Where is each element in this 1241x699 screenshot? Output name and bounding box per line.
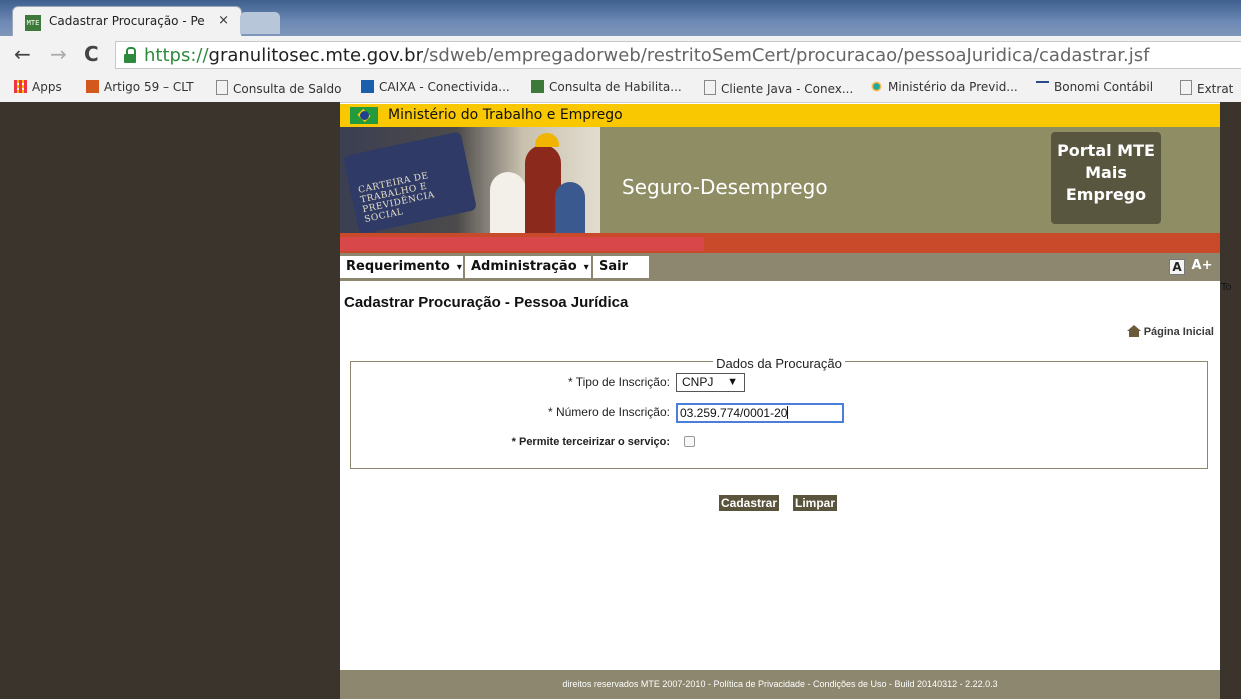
bookmark-cliente-java[interactable]: Cliente Java - Conex... [704,80,853,96]
bookmark-bonomi-contabil[interactable]: Bonomi Contábil [1036,80,1153,94]
tipo-inscricao-label: * Tipo de Inscrição: [567,375,670,389]
page-icon [704,80,716,95]
terceirizar-checkbox[interactable] [684,436,695,447]
numero-inscricao-label: * Número de Inscrição: [547,405,670,419]
bookmark-extrato[interactable]: Extrat [1180,80,1233,96]
tipo-inscricao-select[interactable]: CNPJ ▼ [676,373,745,392]
page-footer: direitos reservados MTE 2007-2010 - Polí… [340,670,1220,699]
menu-requerimento[interactable]: Requerimento ▾ [340,256,463,278]
home-icon [1126,325,1141,337]
bookmark-consulta-saldo[interactable]: Consulta de Saldo [216,80,341,96]
lock-icon [123,47,137,63]
forward-arrow-icon[interactable]: → [50,42,67,66]
menu-sair[interactable]: Sair [593,256,649,278]
caret-down-icon: ▾ [456,262,462,273]
page-icon [1180,80,1192,95]
bookmark-artigo-59[interactable]: Artigo 59 – CLT [86,80,194,94]
browser-tab[interactable]: MTE Cadastrar Procuração - Pe × [12,6,242,36]
dropdown-arrow-icon: ▼ [727,376,738,388]
browser-tabstrip: MTE Cadastrar Procuração - Pe × [0,0,1241,36]
portal-mte-logo[interactable]: Portal MTE Mais Emprego [1051,132,1161,224]
site-banner: CARTEIRA DE TRABALHO E PREVIDÊNCIA SOCIA… [340,127,1220,233]
limpar-button[interactable]: Limpar [793,495,838,511]
font-normal-button[interactable]: A [1169,259,1185,275]
address-bar[interactable]: https://granulitosec.mte.gov.br/sdweb/em… [115,41,1241,69]
caixa-icon [361,80,374,93]
tab-title: Cadastrar Procuração - Pe [49,14,205,28]
procuracao-fieldset: Dados da Procuração * Tipo de Inscrição:… [350,356,1208,469]
banner-stripe [340,233,1220,253]
bookmark-caixa[interactable]: CAIXA - Conectivida... [361,80,510,94]
font-increase-button[interactable]: A+ [1187,259,1217,275]
page-icon [216,80,228,95]
fieldset-legend: Dados da Procuração [713,356,845,371]
banner-workers-photo: CARTEIRA DE TRABALHO E PREVIDÊNCIA SOCIA… [340,127,600,233]
government-bar: Ministério do Trabalho e Emprego [340,104,1220,127]
bookmarks-bar: Apps Artigo 59 – CLT Consulta de Saldo C… [0,74,1241,103]
work-card-image: CARTEIRA DE TRABALHO E PREVIDÊNCIA SOCIA… [342,131,478,233]
caret-down-icon: ▾ [583,262,589,273]
back-arrow-icon[interactable]: ← [14,42,31,66]
page-title: Cadastrar Procuração - Pessoa Jurídica [344,294,629,311]
previdencia-icon [870,80,883,93]
clipped-edge-text: To [1221,282,1232,293]
mte-favicon-icon: MTE [25,15,41,31]
bookmark-apps[interactable]: Apps [14,80,62,94]
url-text: https://granulitosec.mte.gov.br/sdweb/em… [144,45,1150,66]
brazil-flag-icon [350,107,378,124]
bookmark-favicon-icon [86,80,99,93]
browser-toolbar: ← → C https://granulitosec.mte.gov.br/sd… [0,36,1241,75]
mte-icon [531,80,544,93]
bookmark-consulta-habilitacao[interactable]: Consulta de Habilita... [531,80,682,94]
banner-title: Seguro-Desemprego [622,175,828,199]
tab-close-icon[interactable]: × [218,13,229,28]
cadastrar-button[interactable]: Cadastrar [719,495,780,511]
bookmark-ministerio-previdencia[interactable]: Ministério da Previd... [870,80,1018,94]
menu-administracao[interactable]: Administração ▾ [465,256,591,278]
reload-icon[interactable]: C [84,42,99,66]
ministry-name[interactable]: Ministério do Trabalho e Emprego [388,107,623,123]
page-right-background [1220,102,1241,699]
bonomi-icon [1036,81,1049,93]
apps-grid-icon [14,80,27,93]
main-menu: Requerimento ▾ Administração ▾ Sair A A+ [340,253,1220,281]
main-content: Cadastrar Procuração - Pessoa Jurídica P… [340,281,1220,670]
terceirizar-label: * Permite terceirizar o serviço: [511,436,670,448]
page-left-background [0,102,340,699]
new-tab-button[interactable] [240,12,280,34]
numero-inscricao-input[interactable]: 03.259.774/0001-20 [676,403,844,423]
home-link[interactable]: Página Inicial [1126,325,1214,338]
